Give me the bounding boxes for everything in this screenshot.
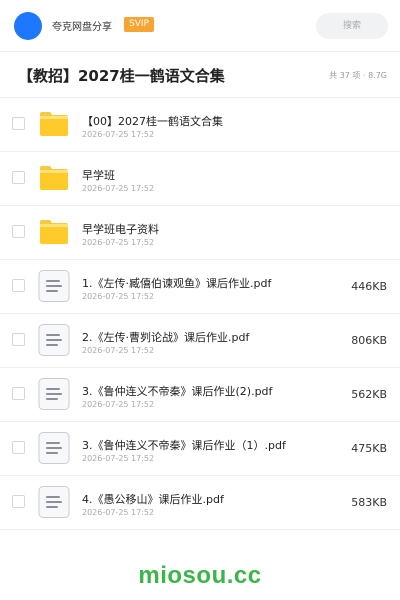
folder-header: 【教招】2027桂一鹤语文合集 共 37 项 · 8.7G: [0, 52, 400, 98]
list-item[interactable]: 3.《鲁仲连义不帝秦》课后作业（1）.pdf 2026-07-25 17:52 …: [0, 422, 400, 476]
select-checkbox[interactable]: [12, 495, 25, 508]
item-size: 562KB: [351, 388, 387, 401]
document-icon: [38, 486, 70, 518]
select-checkbox[interactable]: [12, 225, 25, 238]
item-date: 2026-07-25 17:52: [82, 292, 155, 301]
page: 夸克网盘分享 SVIP 搜索 【教招】2027桂一鹤语文合集 共 37 项 · …: [0, 0, 400, 600]
folder-meta: 共 37 项 · 8.7G: [329, 71, 387, 80]
item-name: 1.《左传·臧僖伯谏观鱼》课后作业.pdf: [82, 277, 272, 290]
avatar[interactable]: [14, 12, 42, 40]
item-date: 2026-07-25 17:52: [82, 508, 155, 517]
item-name: 4.《愚公移山》课后作业.pdf: [82, 493, 224, 506]
document-icon: [38, 324, 70, 356]
item-date: 2026-07-25 17:52: [82, 346, 155, 355]
file-list: 【00】2027桂一鹤语文合集 2026-07-25 17:52 早学班 202…: [0, 98, 400, 530]
select-checkbox[interactable]: [12, 333, 25, 346]
item-name: 早学班: [82, 169, 115, 182]
document-icon: [38, 270, 70, 302]
item-date: 2026-07-25 17:52: [82, 238, 155, 247]
item-name: 3.《鲁仲连义不帝秦》课后作业（1）.pdf: [82, 439, 286, 452]
svip-badge: SVIP: [124, 17, 154, 32]
select-checkbox[interactable]: [12, 279, 25, 292]
list-item[interactable]: 4.《愚公移山》课后作业.pdf 2026-07-25 17:52 583KB: [0, 476, 400, 530]
folder-icon: [40, 220, 68, 244]
folder-icon: [40, 112, 68, 136]
item-date: 2026-07-25 17:52: [82, 130, 155, 139]
item-name: 早学班电子资料: [82, 223, 159, 236]
document-icon: [38, 432, 70, 464]
folder-icon: [40, 166, 68, 190]
list-item[interactable]: 早学班电子资料 2026-07-25 17:52: [0, 206, 400, 260]
list-item[interactable]: 【00】2027桂一鹤语文合集 2026-07-25 17:52: [0, 98, 400, 152]
share-name: 夸克网盘分享: [52, 22, 112, 33]
select-checkbox[interactable]: [12, 171, 25, 184]
select-checkbox[interactable]: [12, 441, 25, 454]
search-input[interactable]: 搜索: [316, 13, 388, 39]
select-checkbox[interactable]: [12, 387, 25, 400]
select-checkbox[interactable]: [12, 117, 25, 130]
page-title: 【教招】2027桂一鹤语文合集: [18, 67, 225, 85]
item-size: 446KB: [351, 280, 387, 293]
top-bar: 夸克网盘分享 SVIP 搜索: [0, 0, 400, 52]
item-name: 3.《鲁仲连义不帝秦》课后作业(2).pdf: [82, 385, 273, 398]
item-date: 2026-07-25 17:52: [82, 400, 155, 409]
item-name: 【00】2027桂一鹤语文合集: [82, 115, 223, 128]
item-name: 2.《左传·曹刿论战》课后作业.pdf: [82, 331, 250, 344]
list-item[interactable]: 3.《鲁仲连义不帝秦》课后作业(2).pdf 2026-07-25 17:52 …: [0, 368, 400, 422]
item-size: 583KB: [351, 496, 387, 509]
item-size: 806KB: [351, 334, 387, 347]
list-item[interactable]: 2.《左传·曹刿论战》课后作业.pdf 2026-07-25 17:52 806…: [0, 314, 400, 368]
site-watermark: miosou.cc: [138, 562, 262, 589]
item-date: 2026-07-25 17:52: [82, 184, 155, 193]
list-item[interactable]: 1.《左传·臧僖伯谏观鱼》课后作业.pdf 2026-07-25 17:52 4…: [0, 260, 400, 314]
item-date: 2026-07-25 17:52: [82, 454, 155, 463]
item-size: 475KB: [351, 442, 387, 455]
document-icon: [38, 378, 70, 410]
list-item[interactable]: 早学班 2026-07-25 17:52: [0, 152, 400, 206]
